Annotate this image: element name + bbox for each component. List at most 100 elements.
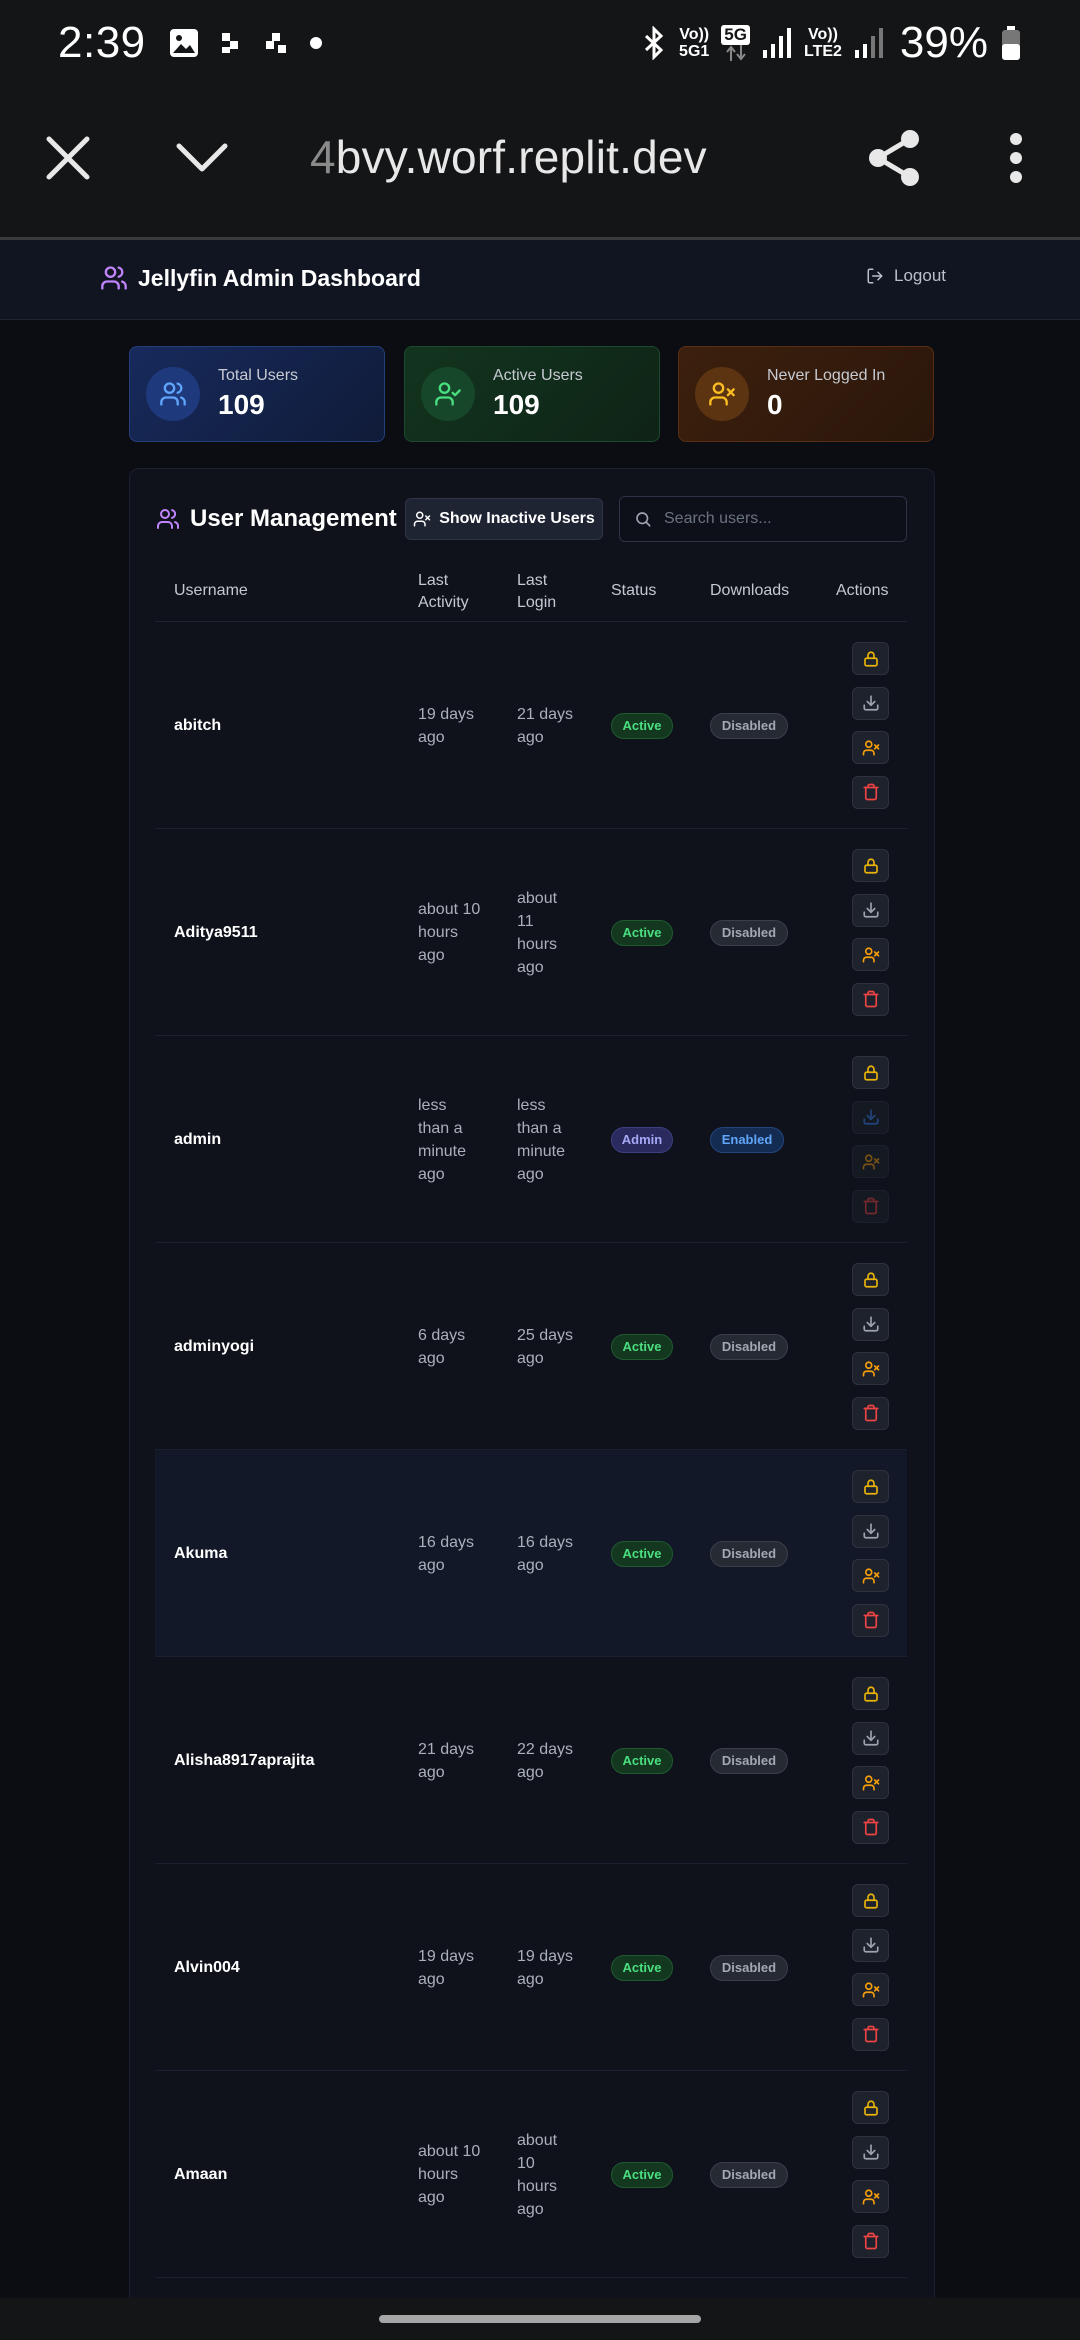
share-icon	[869, 130, 919, 186]
disable-user-button[interactable]	[852, 1973, 889, 2006]
last-login-cell: about 10 hours ago	[517, 2131, 558, 2218]
user-x-icon	[862, 2188, 879, 2205]
show-inactive-users-button[interactable]: Show Inactive Users	[405, 498, 603, 540]
col-downloads: Downloads	[710, 582, 790, 599]
signal-icon	[854, 28, 883, 58]
status-badge: Active	[611, 1540, 673, 1567]
user-x-icon	[862, 1981, 879, 1998]
delete-user-button[interactable]	[852, 1189, 889, 1223]
last-activity-cell: 21 days ago	[418, 1740, 475, 1781]
username-cell: Aditya9511	[174, 924, 258, 941]
browser-toolbar: 4bvy.worf.replit.dev	[0, 86, 1080, 238]
toggle-downloads-button[interactable]	[852, 1514, 889, 1548]
collapse-toolbar-button[interactable]	[162, 118, 242, 198]
logout-button[interactable]: Logout	[866, 266, 946, 286]
reset-password-button[interactable]	[852, 2091, 889, 2124]
reset-password-button[interactable]	[852, 1263, 889, 1296]
toggle-downloads-button[interactable]	[852, 893, 889, 927]
last-activity-cell: 19 days ago	[418, 705, 475, 746]
table-row[interactable]: abitch 19 days ago 21 days ago Active Disabled	[155, 622, 907, 829]
user-x-icon	[862, 1774, 879, 1791]
battery-percent: 39%	[899, 18, 988, 67]
more-vertical-icon	[1010, 133, 1022, 183]
disable-user-button[interactable]	[852, 938, 889, 971]
stat-card-active-users: Active Users 109	[404, 346, 660, 442]
disable-user-button[interactable]	[852, 1559, 889, 1592]
toggle-downloads-button[interactable]	[852, 1307, 889, 1341]
table-row[interactable]: adminyogi 6 days ago 25 days ago Active Disabl…	[155, 1243, 907, 1450]
toggle-downloads-button[interactable]	[852, 686, 889, 720]
delete-user-button[interactable]	[852, 982, 889, 1016]
last-login-cell: 16 days ago	[517, 1533, 574, 1574]
col-actions: Actions	[836, 582, 889, 599]
download-icon	[862, 1316, 879, 1332]
delete-user-button[interactable]	[852, 2017, 889, 2051]
gallery-icon	[169, 29, 198, 57]
downloads-badge: Disabled	[710, 1954, 788, 1981]
downloads-badge: Disabled	[710, 1540, 788, 1567]
home-gesture-pill[interactable]	[379, 2315, 701, 2323]
search-input[interactable]	[664, 510, 884, 528]
delete-user-button[interactable]	[852, 2224, 889, 2258]
more-options-button[interactable]	[976, 118, 1056, 198]
last-activity-cell: about 10 hours ago	[418, 2143, 481, 2206]
last-activity-cell: 16 days ago	[418, 1533, 475, 1574]
users-icon	[160, 382, 186, 406]
trash-icon	[862, 2232, 879, 2250]
disable-user-button[interactable]	[852, 1352, 889, 1385]
users-icon	[101, 266, 127, 290]
username-cell: adminyogi	[174, 1338, 255, 1355]
reset-password-button[interactable]	[852, 642, 889, 675]
status-badge: Active	[611, 1954, 673, 1981]
user-x-icon	[862, 1567, 879, 1584]
reset-password-button[interactable]	[852, 1884, 889, 1917]
table-row[interactable]: Amaan about 10 hours ago about 10 hours ago Acti…	[155, 2071, 907, 2278]
delete-user-button[interactable]	[852, 1810, 889, 1844]
lock-icon	[863, 1272, 878, 1288]
reset-password-button[interactable]	[852, 1056, 889, 1089]
reset-password-button[interactable]	[852, 1677, 889, 1710]
downloads-badge: Disabled	[710, 919, 788, 946]
close-tab-button[interactable]	[28, 118, 108, 198]
trash-icon	[862, 783, 879, 801]
trash-icon	[862, 2025, 879, 2043]
battery-icon	[1002, 26, 1020, 60]
disable-user-button[interactable]	[852, 1145, 889, 1178]
username-cell: abitch	[174, 717, 222, 734]
reset-password-button[interactable]	[852, 849, 889, 882]
stat-card-total-users: Total Users 109	[129, 346, 385, 442]
col-status: Status	[611, 582, 657, 599]
disable-user-button[interactable]	[852, 731, 889, 764]
trash-icon	[862, 1611, 879, 1629]
stat-label: Never Logged In	[767, 367, 886, 384]
table-row[interactable]: admin less than a minute ago less than a minute…	[155, 1036, 907, 1243]
disable-user-button[interactable]	[852, 1766, 889, 1799]
toggle-downloads-button[interactable]	[852, 1928, 889, 1962]
app-title: Jellyfin Admin Dashboard	[138, 264, 421, 291]
delete-user-button[interactable]	[852, 775, 889, 809]
url-text[interactable]: 4bvy.worf.replit.dev	[310, 130, 707, 184]
delete-user-button[interactable]	[852, 1603, 889, 1637]
user-x-icon	[862, 739, 879, 756]
stat-icon-wrap	[146, 367, 200, 421]
delete-user-button[interactable]	[852, 1396, 889, 1430]
table-row[interactable]: Alisha8917aprajita 21 days ago 22 days ago Ac…	[155, 1657, 907, 1864]
clock: 2:39	[58, 18, 146, 67]
user-x-icon	[709, 382, 735, 406]
toggle-downloads-button[interactable]	[852, 1100, 889, 1134]
toggle-downloads-button[interactable]	[852, 2135, 889, 2169]
last-activity-cell: 19 days ago	[418, 1947, 475, 1988]
username-cell: admin	[174, 1131, 222, 1148]
table-row[interactable]: Aditya9511 about 10 hours ago about 11 hours ag…	[155, 829, 907, 1036]
disable-user-button[interactable]	[852, 2180, 889, 2213]
trash-icon	[862, 1404, 879, 1422]
lock-icon	[863, 651, 878, 667]
downloads-badge: Enabled	[710, 1126, 784, 1153]
share-button[interactable]	[854, 118, 934, 198]
reset-password-button[interactable]	[852, 1470, 889, 1503]
toggle-downloads-button[interactable]	[852, 1721, 889, 1755]
table-row[interactable]: Alvin004 19 days ago 19 days ago Active Disabl…	[155, 1864, 907, 2071]
lock-icon	[863, 2100, 878, 2116]
lock-icon	[863, 858, 878, 874]
table-row[interactable]: Akuma 16 days ago 16 days ago Active Disabled	[155, 1450, 907, 1657]
